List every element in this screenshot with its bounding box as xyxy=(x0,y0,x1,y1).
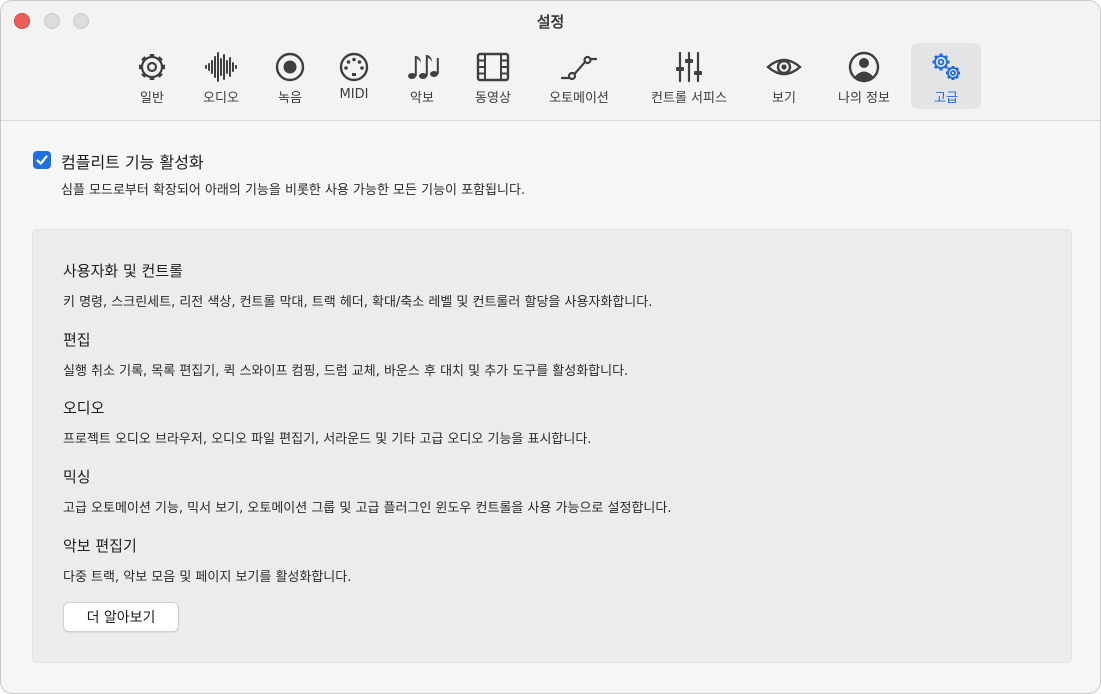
film-icon xyxy=(476,52,510,82)
section-title: 악보 편집기 xyxy=(63,537,137,555)
tab-advanced-label: 고급 xyxy=(934,91,958,106)
eye-icon xyxy=(766,58,802,76)
section-description: 키 명령, 스크린세트, 리전 색상, 컨트롤 막대, 트랙 헤더, 확대/축소… xyxy=(63,295,653,310)
tab-advanced[interactable]: 고급 xyxy=(911,43,981,109)
section-description: 실행 취소 기록, 목록 편집기, 퀵 스와이프 컴핑, 드럼 교체, 바운스 … xyxy=(63,364,629,379)
features-panel: 사용자화 및 컨트롤 키 명령, 스크린세트, 리전 색상, 컨트롤 막대, 트… xyxy=(32,229,1072,663)
tab-audio[interactable]: 오디오 xyxy=(194,43,248,109)
section-title: 믹싱 xyxy=(63,468,91,486)
advanced-pane: 컴플리트 기능 활성화 심플 모드로부터 확장되어 아래의 기능을 비롯한 사용… xyxy=(1,121,1100,693)
waveform-icon xyxy=(205,52,237,82)
tab-automation-label: 오토메이션 xyxy=(549,91,609,106)
section-title: 편집 xyxy=(63,331,91,349)
tab-general-label: 일반 xyxy=(140,91,164,106)
tab-my-info[interactable]: 나의 정보 xyxy=(829,43,899,109)
tab-control-surfaces[interactable]: 컨트롤 서피스 xyxy=(639,43,739,109)
person-circle-icon xyxy=(848,51,880,83)
tab-control-surfaces-label: 컨트롤 서피스 xyxy=(651,91,727,106)
section-title: 사용자화 및 컨트롤 xyxy=(63,262,183,280)
tab-score[interactable]: 악보 xyxy=(399,43,445,109)
music-notes-icon xyxy=(408,55,439,79)
checkmark-icon xyxy=(36,155,48,165)
complete-features-checkbox[interactable] xyxy=(33,151,51,169)
automation-curve-icon xyxy=(561,55,597,81)
midi-port-icon xyxy=(339,52,369,82)
section-title: 오디오 xyxy=(63,399,105,417)
complete-features-description: 심플 모드로부터 확장되어 아래의 기능을 비롯한 사용 가능한 모든 기능이 … xyxy=(61,183,526,198)
tab-view[interactable]: 보기 xyxy=(759,43,809,109)
section-description: 프로젝트 오디오 브라우저, 오디오 파일 편집기, 서라운드 및 기타 고급 … xyxy=(63,432,592,447)
gears-icon xyxy=(932,53,960,80)
toolbar: 설정 일반 오디오 녹음 MIDI 악보 동영상 오토메이션 컨트롤 서피스 보… xyxy=(1,1,1100,121)
learn-more-button[interactable]: 더 알아보기 xyxy=(63,602,179,632)
tab-midi[interactable]: MIDI xyxy=(331,43,377,109)
section-description: 고급 오토메이션 기능, 믹서 보기, 오토메이션 그룹 및 고급 플러그인 윈… xyxy=(63,501,672,516)
tab-my-info-label: 나의 정보 xyxy=(838,91,890,106)
tab-score-label: 악보 xyxy=(410,91,434,106)
tab-movie[interactable]: 동영상 xyxy=(465,43,521,109)
window-title: 설정 xyxy=(536,13,565,31)
sliders-icon xyxy=(676,51,702,83)
gear-icon xyxy=(139,54,165,80)
tab-recording-label: 녹음 xyxy=(278,91,302,106)
tab-automation[interactable]: 오토메이션 xyxy=(539,43,619,109)
tab-midi-label: MIDI xyxy=(339,87,369,102)
record-icon xyxy=(275,52,305,82)
complete-features-label[interactable]: 컴플리트 기능 활성화 xyxy=(61,149,204,173)
settings-window: 설정 일반 오디오 녹음 MIDI 악보 동영상 오토메이션 컨트롤 서피스 보… xyxy=(0,0,1101,694)
tab-recording[interactable]: 녹음 xyxy=(267,43,313,109)
tab-view-label: 보기 xyxy=(772,91,796,106)
tab-audio-label: 오디오 xyxy=(203,91,239,106)
tab-movie-label: 동영상 xyxy=(475,91,511,106)
section-description: 다중 트랙, 악보 모음 및 페이지 보기를 활성화합니다. xyxy=(63,570,352,585)
tab-general[interactable]: 일반 xyxy=(129,43,175,109)
